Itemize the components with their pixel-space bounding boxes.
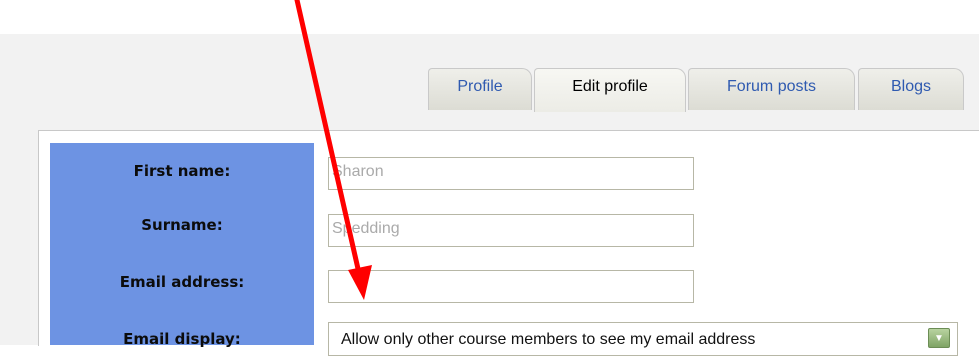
email-display-select[interactable]: Allow only other course members to see m…: [328, 322, 958, 356]
top-band: [0, 0, 979, 34]
first-name-label: First name:: [133, 162, 231, 180]
email-address-field[interactable]: [328, 270, 694, 303]
tab-blogs-label: Blogs: [890, 78, 932, 95]
surname-field[interactable]: Spedding: [328, 214, 694, 247]
chevron-down-icon[interactable]: ▼: [928, 328, 950, 348]
surname-label: Surname:: [141, 216, 223, 234]
tab-profile-label: Profile: [457, 78, 503, 95]
email-address-label: Email address:: [119, 273, 245, 291]
tab-edit-profile-label: Edit profile: [572, 78, 648, 95]
tab-forum-posts-label: Forum posts: [727, 78, 816, 95]
tab-blogs[interactable]: Blogs: [858, 68, 964, 110]
tab-forum-posts[interactable]: Forum posts: [688, 68, 855, 110]
email-display-label: Email display:: [123, 330, 241, 348]
tab-profile[interactable]: Profile: [428, 68, 532, 110]
tab-edit-profile[interactable]: Edit profile: [534, 68, 686, 112]
first-name-field[interactable]: Sharon: [328, 157, 694, 190]
